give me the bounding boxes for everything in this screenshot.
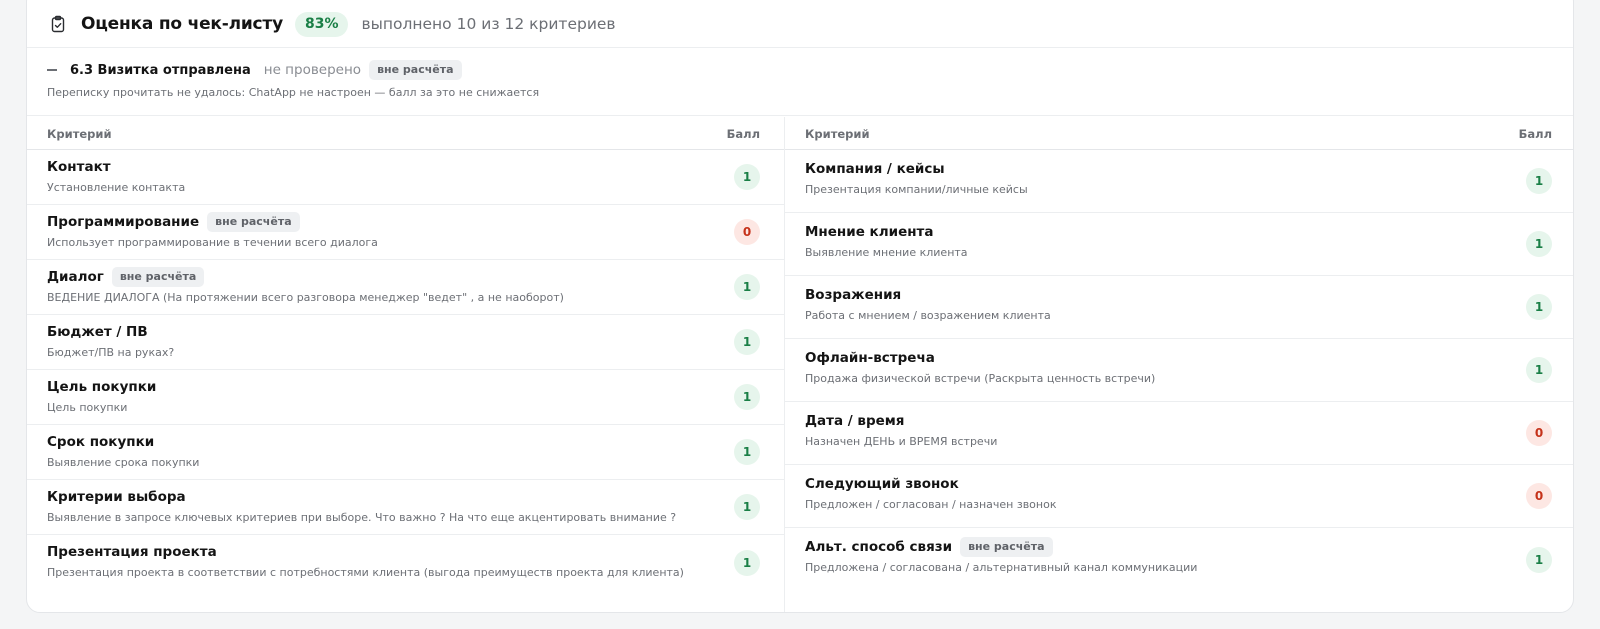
table-row: Цель покупки Цель покупки 1 xyxy=(27,370,784,425)
row-title: Презентация проекта xyxy=(47,541,217,563)
criterion-name: Критерии выбора xyxy=(47,489,186,505)
row-title: Возражения xyxy=(805,284,901,306)
row-title: Офлайн-встреча xyxy=(805,347,935,369)
criterion-name: Бюджет / ПВ xyxy=(47,324,148,340)
table-row: Возражения Работа с мнением / возражением… xyxy=(785,276,1573,339)
score-badge: 0 xyxy=(1526,420,1552,446)
completion-summary: выполнено 10 из 12 критериев xyxy=(361,15,616,33)
criterion-name: Диалог xyxy=(47,269,104,285)
score-badge: 1 xyxy=(734,494,760,520)
criterion-description: ВЕДЕНИЕ ДИАЛОГА (На протяжении всего раз… xyxy=(47,291,564,304)
row-title: Бюджет / ПВ xyxy=(47,321,148,343)
score-badge: 1 xyxy=(1526,357,1552,383)
excluded-badge: вне расчёта xyxy=(369,60,462,80)
score-percent-badge: 83% xyxy=(294,11,349,37)
card-title: Оценка по чек-листу xyxy=(81,14,283,34)
criterion-description: Цель покупки xyxy=(47,401,128,414)
criterion-description: Презентация компании/личные кейсы xyxy=(805,183,1028,196)
score-badge: 1 xyxy=(734,549,760,576)
table-row: Дата / время Назначен ДЕНЬ и ВРЕМЯ встреч… xyxy=(785,402,1573,465)
table-row: Критерии выбора Выявление в запросе ключе… xyxy=(27,480,784,535)
score-column-header: Балл xyxy=(726,127,760,141)
criterion-name: Офлайн-встреча xyxy=(805,350,935,366)
score-badge: 1 xyxy=(734,274,760,300)
row-title: Компания / кейсы xyxy=(805,158,945,180)
skipped-criterion-note: Переписку прочитать не удалось: ChatApp … xyxy=(47,86,540,99)
skipped-criterion-name: 6.3 Визитка отправлена xyxy=(70,62,251,78)
criteria-table-right: Критерий Балл Компания / кейсы Презентаци… xyxy=(785,117,1573,591)
card-header: Оценка по чек-листу 83% выполнено 10 из … xyxy=(27,1,1573,48)
criterion-name: Мнение клиента xyxy=(805,224,934,240)
criterion-column-header: Критерий xyxy=(805,127,870,141)
criteria-table-left: Критерий Балл Контакт Установление контак… xyxy=(27,117,785,612)
row-title: Дата / время xyxy=(805,410,904,432)
excluded-badge: вне расчёта xyxy=(207,212,300,232)
score-badge: 1 xyxy=(1526,231,1552,257)
row-title: Следующий звонок xyxy=(805,473,959,495)
criterion-description: Использует программирование в течении вс… xyxy=(47,236,378,249)
row-title: Критерии выбора xyxy=(47,486,186,508)
clipboard-check-icon xyxy=(49,15,67,33)
table-row: Срок покупки Выявление срока покупки 1 xyxy=(27,425,784,480)
criterion-description: Бюджет/ПВ на руках? xyxy=(47,346,175,359)
skipped-criterion: 6.3 Визитка отправлена не проверено вне … xyxy=(27,49,1573,116)
table-row: Следующий звонок Предложен / согласован /… xyxy=(785,465,1573,528)
criterion-description: Назначен ДЕНЬ и ВРЕМЯ встречи xyxy=(805,435,998,448)
score-badge: 1 xyxy=(734,329,760,355)
criterion-name: Альт. способ связи xyxy=(805,539,953,555)
criterion-name: Презентация проекта xyxy=(47,544,217,560)
criterion-description: Презентация проекта в соответствии с пот… xyxy=(47,566,684,579)
criterion-name: Возражения xyxy=(805,287,902,303)
table-row: Компания / кейсы Презентация компании/лич… xyxy=(785,150,1573,213)
table-header: Критерий Балл xyxy=(785,117,1573,150)
table-row: Программирование вне расчёта Использует пр… xyxy=(27,205,784,260)
criterion-name: Срок покупки xyxy=(47,434,155,450)
score-badge: 1 xyxy=(734,164,760,190)
score-badge: 1 xyxy=(734,384,760,410)
criterion-description: Выявление в запросе ключевых критериев п… xyxy=(47,511,677,524)
criterion-column-header: Критерий xyxy=(47,127,112,141)
excluded-badge: вне расчёта xyxy=(960,537,1053,557)
criterion-description: Установление контакта xyxy=(47,181,186,194)
checklist-card: Оценка по чек-листу 83% выполнено 10 из … xyxy=(26,0,1574,613)
skipped-criterion-status: не проверено xyxy=(263,62,362,78)
table-header: Критерий Балл xyxy=(27,117,784,150)
criterion-name: Программирование xyxy=(47,214,200,230)
criterion-description: Предложена / согласована / альтернативны… xyxy=(805,561,1198,574)
row-title: Альт. способ связи вне расчёта xyxy=(805,536,1053,558)
row-title: Программирование вне расчёта xyxy=(47,211,300,233)
table-row: Бюджет / ПВ Бюджет/ПВ на руках? 1 xyxy=(27,315,784,370)
score-badge: 1 xyxy=(1526,168,1552,194)
criterion-description: Продажа физической встречи (Раскрыта цен… xyxy=(805,372,1156,385)
criterion-description: Предложен / согласован / назначен звонок xyxy=(805,498,1057,511)
criterion-description: Выявление срока покупки xyxy=(47,456,200,469)
dash-icon xyxy=(47,69,57,71)
row-title: Контакт xyxy=(47,156,111,178)
criterion-description: Выявление мнение клиента xyxy=(805,246,968,259)
criterion-name: Компания / кейсы xyxy=(805,161,945,177)
score-badge: 1 xyxy=(734,439,760,465)
score-badge: 1 xyxy=(1526,294,1552,320)
criterion-name: Контакт xyxy=(47,159,111,175)
row-title: Цель покупки xyxy=(47,376,156,398)
table-row: Мнение клиента Выявление мнение клиента 1 xyxy=(785,213,1573,276)
table-row: Диалог вне расчёта ВЕДЕНИЕ ДИАЛОГА (На про… xyxy=(27,260,784,315)
score-badge: 0 xyxy=(1526,483,1552,509)
row-title: Срок покупки xyxy=(47,431,154,453)
table-row: Контакт Установление контакта 1 xyxy=(27,150,784,205)
row-title: Мнение клиента xyxy=(805,221,934,243)
criterion-name: Следующий звонок xyxy=(805,476,959,492)
table-row: Презентация проекта Презентация проекта в… xyxy=(27,535,784,590)
table-row: Офлайн-встреча Продажа физической встречи… xyxy=(785,339,1573,402)
score-badge: 0 xyxy=(734,219,760,245)
criterion-name: Дата / время xyxy=(805,413,905,429)
table-row: Альт. способ связи вне расчёта Предложена … xyxy=(785,528,1573,591)
criterion-description: Работа с мнением / возражением клиента xyxy=(805,309,1051,322)
excluded-badge: вне расчёта xyxy=(111,267,205,287)
score-badge: 1 xyxy=(1526,546,1552,573)
row-title: Диалог вне расчёта xyxy=(47,266,205,288)
criterion-name: Цель покупки xyxy=(47,379,157,395)
score-column-header: Балл xyxy=(1518,127,1552,141)
